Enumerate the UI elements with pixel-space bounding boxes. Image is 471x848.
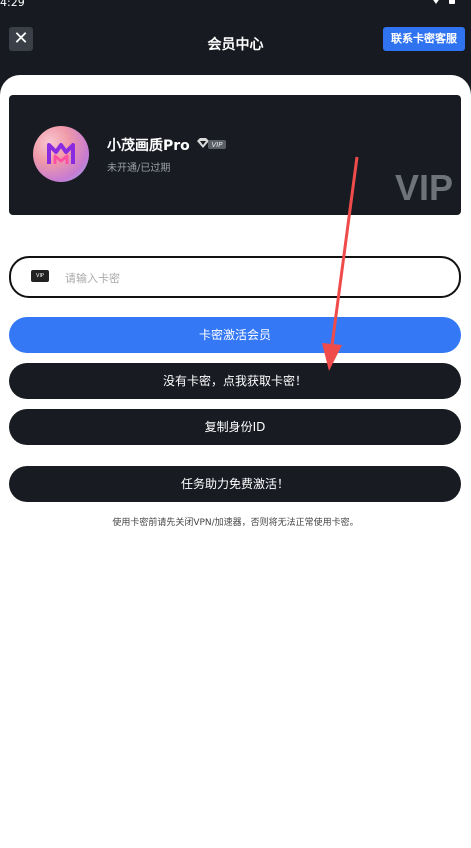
user-name: 小茂画质Pro bbox=[107, 138, 190, 154]
vip-badge-icon: VIP bbox=[197, 138, 226, 149]
battery-icon bbox=[449, 0, 455, 4]
top-bar: ✕ 会员中心 联系卡密客服 bbox=[0, 26, 471, 58]
vip-card: 小茂画质Pro VIP 未开通/已过期 VIP bbox=[9, 95, 461, 215]
app-logo-icon bbox=[47, 143, 75, 164]
activate-button[interactable]: 卡密激活会员 bbox=[9, 317, 461, 353]
status-bar: 4:29 bbox=[0, 0, 471, 10]
status-icons bbox=[425, 0, 465, 8]
card-code-field[interactable]: VIP bbox=[9, 256, 461, 298]
get-card-code-button[interactable]: 没有卡密，点我获取卡密！ bbox=[9, 363, 461, 399]
vip-watermark: VIP bbox=[394, 167, 453, 208]
contact-service-button[interactable]: 联系卡密客服 bbox=[383, 27, 465, 51]
wifi-icon bbox=[429, 0, 443, 4]
avatar bbox=[33, 126, 89, 182]
vip-badge-label: VIP bbox=[211, 141, 223, 149]
task-activate-button[interactable]: 任务助力免费激活！ bbox=[9, 466, 461, 502]
copy-id-button[interactable]: 复制身份ID bbox=[9, 409, 461, 445]
card-code-input[interactable] bbox=[63, 263, 437, 293]
usage-tip: 使用卡密前请先关闭VPN/加速器，否则将无法正常使用卡密。 bbox=[112, 518, 359, 528]
content-sheet: 小茂画质Pro VIP 未开通/已过期 VIP VIP 卡密激活会员 没有卡密，… bbox=[0, 75, 471, 848]
status-time: 4:29 bbox=[0, 0, 25, 9]
card-icon: VIP bbox=[31, 270, 49, 282]
vip-status: 未开通/已过期 bbox=[107, 163, 171, 174]
